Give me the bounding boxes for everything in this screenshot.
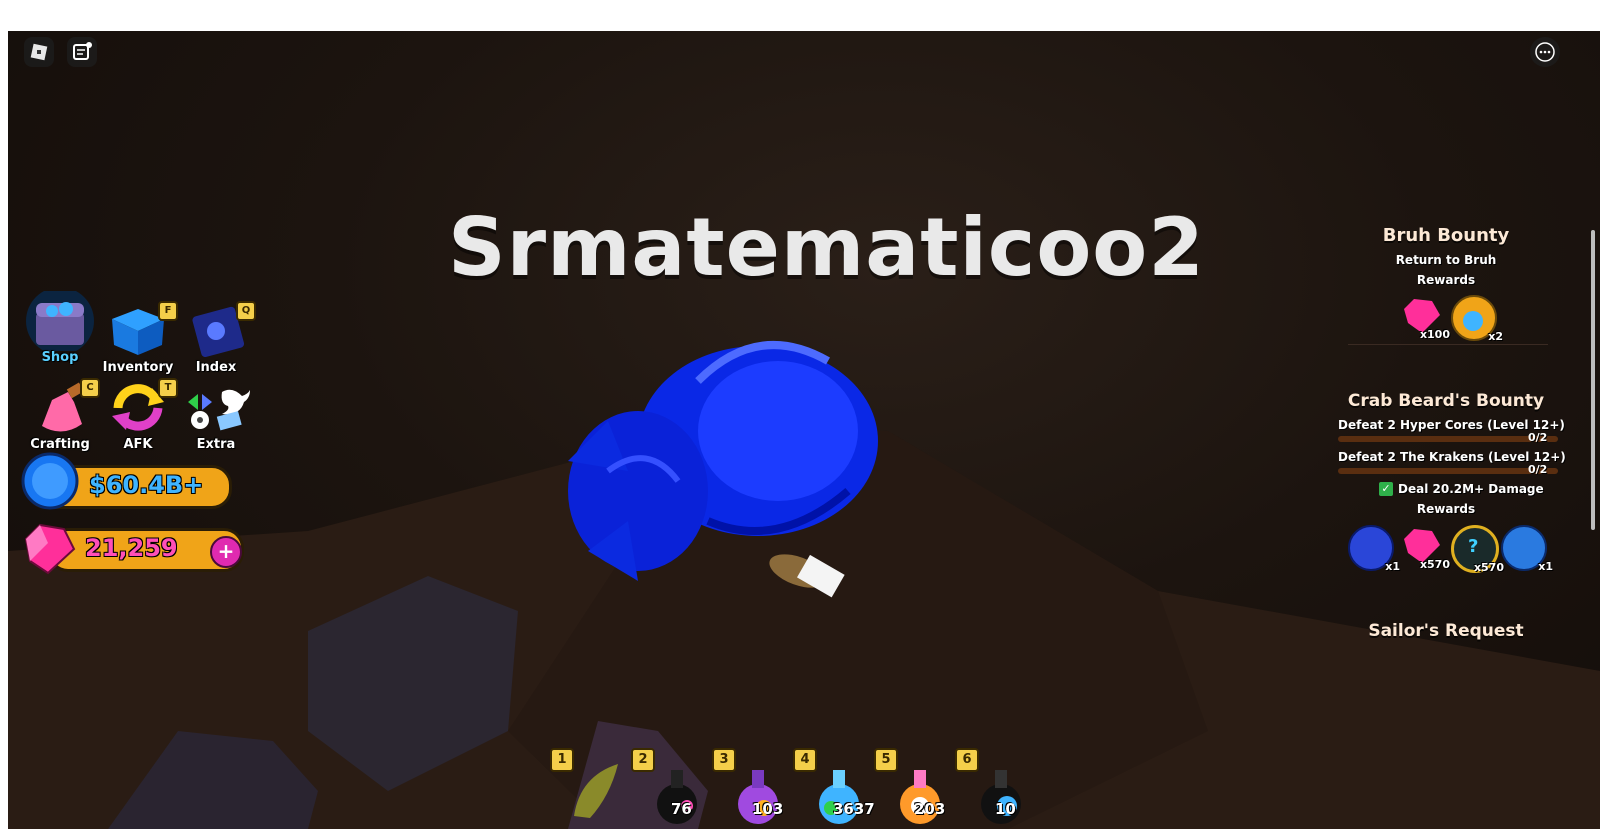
crab-reward-gem: x570 (1400, 525, 1450, 571)
extra-label: Extra (196, 437, 236, 452)
afk-label: AFK (123, 437, 153, 452)
crab-reward-mystery: ? x570 (1451, 525, 1504, 574)
reward-count: x570 (1419, 558, 1450, 571)
bruh-bounty-title: Bruh Bounty (1382, 225, 1510, 246)
blue-coin-icon (21, 452, 79, 510)
slot-quantity: 203 (914, 800, 946, 818)
crab-task-1: Defeat 2 Hyper Cores (Level 12+) (1338, 418, 1565, 432)
extra-button[interactable]: Extra (178, 378, 254, 452)
crab-task-1-progress-bar (1338, 436, 1558, 442)
hotbar-slot-4[interactable]: 4 3637 (793, 748, 875, 824)
inventory-button[interactable]: F Inventory (100, 301, 178, 375)
more-options-icon[interactable] (1530, 37, 1560, 67)
shop-button[interactable]: Shop (22, 287, 98, 365)
crab-task-3: Deal 20.2M+ Damage (1398, 482, 1544, 496)
treasure-chest-icon (26, 287, 94, 355)
buy-gems-button[interactable]: + (210, 536, 242, 568)
afk-button[interactable]: T AFK (100, 378, 178, 452)
crafting-button[interactable]: C Crafting (22, 378, 100, 452)
bruh-reward-orb: x2 (1451, 295, 1503, 343)
chat-icon[interactable] (67, 37, 97, 67)
reward-count: x570 (1473, 561, 1504, 574)
reward-count: x1 (1385, 560, 1400, 573)
bruh-reward-gem: x100 (1400, 295, 1450, 341)
slot-quantity: 103 (752, 800, 784, 818)
bruh-rewards-label: Rewards (1416, 273, 1476, 287)
coins-value: $60.4B+ (89, 471, 204, 499)
index-hotkey: Q (236, 301, 256, 321)
divider (1348, 344, 1548, 345)
slot-quantity: 3637 (833, 800, 875, 818)
shop-label: Shop (41, 350, 79, 365)
player-character (568, 341, 878, 598)
slot-quantity: 10 (995, 800, 1016, 818)
crab-task-2-progress: 0/2 (1528, 463, 1548, 476)
roblox-menu-icon[interactable] (24, 37, 54, 67)
quest-scrollbar[interactable] (1591, 230, 1595, 530)
pink-gem-icon (24, 523, 76, 575)
crab-bounty-title: Crab Beard's Bounty (1347, 391, 1545, 411)
crab-rewards-label: Rewards (1416, 502, 1476, 516)
game-viewport[interactable]: Srmatematicoo2 Shop F Inventory Q Index … (8, 31, 1600, 829)
checkbox-checked-icon: ✓ (1379, 482, 1393, 496)
bruh-bounty-task: Return to Bruh (1395, 253, 1497, 267)
plus-icon: + (217, 539, 235, 563)
crab-reward-egg: x1 (1501, 525, 1553, 573)
afk-hotkey: T (158, 378, 178, 398)
inventory-label: Inventory (102, 360, 174, 375)
index-button[interactable]: Q Index (178, 301, 256, 375)
crafting-hotkey: C (80, 378, 100, 398)
slot-quantity: 76 (671, 800, 692, 818)
hotbar-slot-1[interactable]: 1 (550, 748, 628, 818)
hotbar-slot-2[interactable]: 2 76 (631, 748, 709, 824)
crafting-label: Crafting (30, 437, 90, 452)
question-mark-icon: ? (1468, 536, 1479, 557)
leaf-item-icon (574, 764, 618, 818)
extra-icons (188, 389, 250, 431)
gems-value: 21,259 (85, 534, 178, 562)
crab-reward-core: x1 (1348, 525, 1400, 573)
reward-count: x1 (1538, 560, 1553, 573)
reward-count: x2 (1488, 330, 1503, 343)
crab-task-1-progress: 0/2 (1528, 431, 1548, 444)
sailors-request-title: Sailor's Request (1368, 621, 1524, 641)
crab-task-2-progress-bar (1338, 468, 1558, 474)
inventory-hotkey: F (158, 301, 178, 321)
reward-count: x100 (1419, 328, 1450, 341)
hotbar-slot-3[interactable]: 3 103 (712, 748, 790, 824)
hotbar-slot-6[interactable]: 6 10 (955, 748, 1033, 824)
player-name-tag: Srmatematicoo2 (448, 201, 1205, 294)
crab-task-2: Defeat 2 The Krakens (Level 12+) (1338, 450, 1566, 464)
hotbar-slot-5[interactable]: 5 203 (874, 748, 952, 824)
index-label: Index (195, 360, 237, 375)
